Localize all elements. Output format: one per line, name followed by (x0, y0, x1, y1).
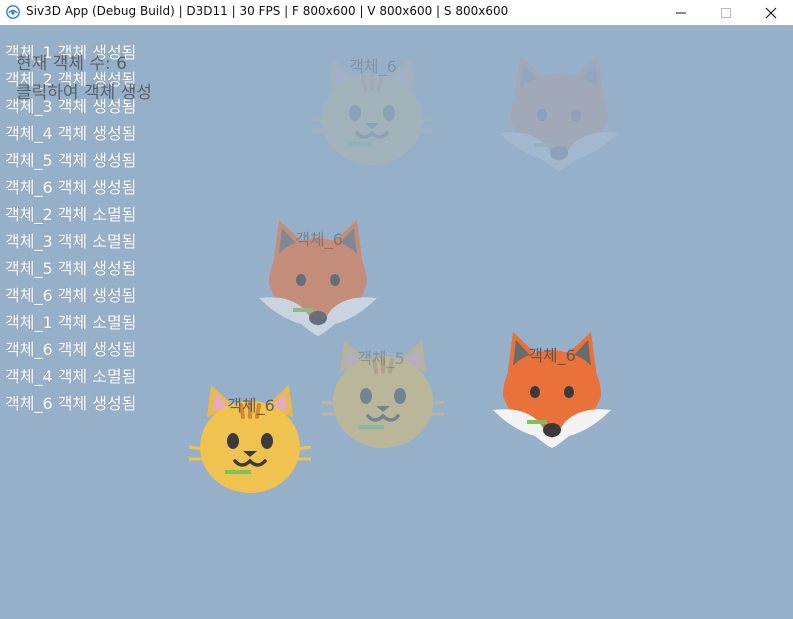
minimize-button[interactable] (658, 0, 704, 25)
log-line: 객체_4 객체 생성됨 (5, 124, 137, 143)
entity-label: 객체_6 (528, 346, 576, 365)
maximize-icon (721, 7, 731, 18)
click-hint-text: 클릭하여 객체 생성 (16, 83, 152, 103)
fox-face-icon (500, 55, 618, 171)
siv3d-app-icon (6, 5, 20, 19)
entity-label: 객체_6 (295, 230, 343, 249)
app-window: Siv3D App (Debug Build) | D3D11 | 30 FPS… (0, 0, 793, 619)
window-title: Siv3D App (Debug Build) | D3D11 | 30 FPS… (26, 4, 509, 18)
log-line: 객체_6 객체 생성됨 (5, 286, 137, 305)
log-line: 객체_6 객체 생성됨 (5, 340, 137, 359)
log-line: 객체_4 객체 소멸됨 (5, 367, 137, 386)
fox-entity[interactable] (494, 49, 624, 179)
log-line: 객체_6 객체 생성됨 (5, 178, 137, 197)
log-line: 객체_6 객체 생성됨 (5, 394, 137, 413)
minimize-icon (676, 12, 686, 13)
log-line: 객체_1 객체 소멸됨 (5, 313, 137, 332)
log-line: 객체_2 객체 소멸됨 (5, 205, 137, 224)
close-icon (765, 7, 777, 18)
entity-label: 객체_5 (357, 349, 405, 368)
maximize-button[interactable] (703, 0, 749, 25)
entity-label: 객체_6 (349, 57, 397, 76)
app-canvas[interactable]: 객체_6 객체_6 객체_5 객체_6 객체_6 객체_1 객체 생성됨 객체_… (0, 25, 793, 619)
title-bar[interactable]: Siv3D App (Debug Build) | D3D11 | 30 FPS… (0, 0, 793, 25)
log-line: 객체_5 객체 생성됨 (5, 259, 137, 278)
log-line: 객체_3 객체 소멸됨 (5, 232, 137, 251)
object-count-text: 현재 객체 수: 6 (16, 54, 127, 74)
close-button[interactable] (748, 0, 793, 25)
log-line: 객체_5 객체 생성됨 (5, 151, 137, 170)
entity-label: 객체_6 (227, 396, 275, 415)
